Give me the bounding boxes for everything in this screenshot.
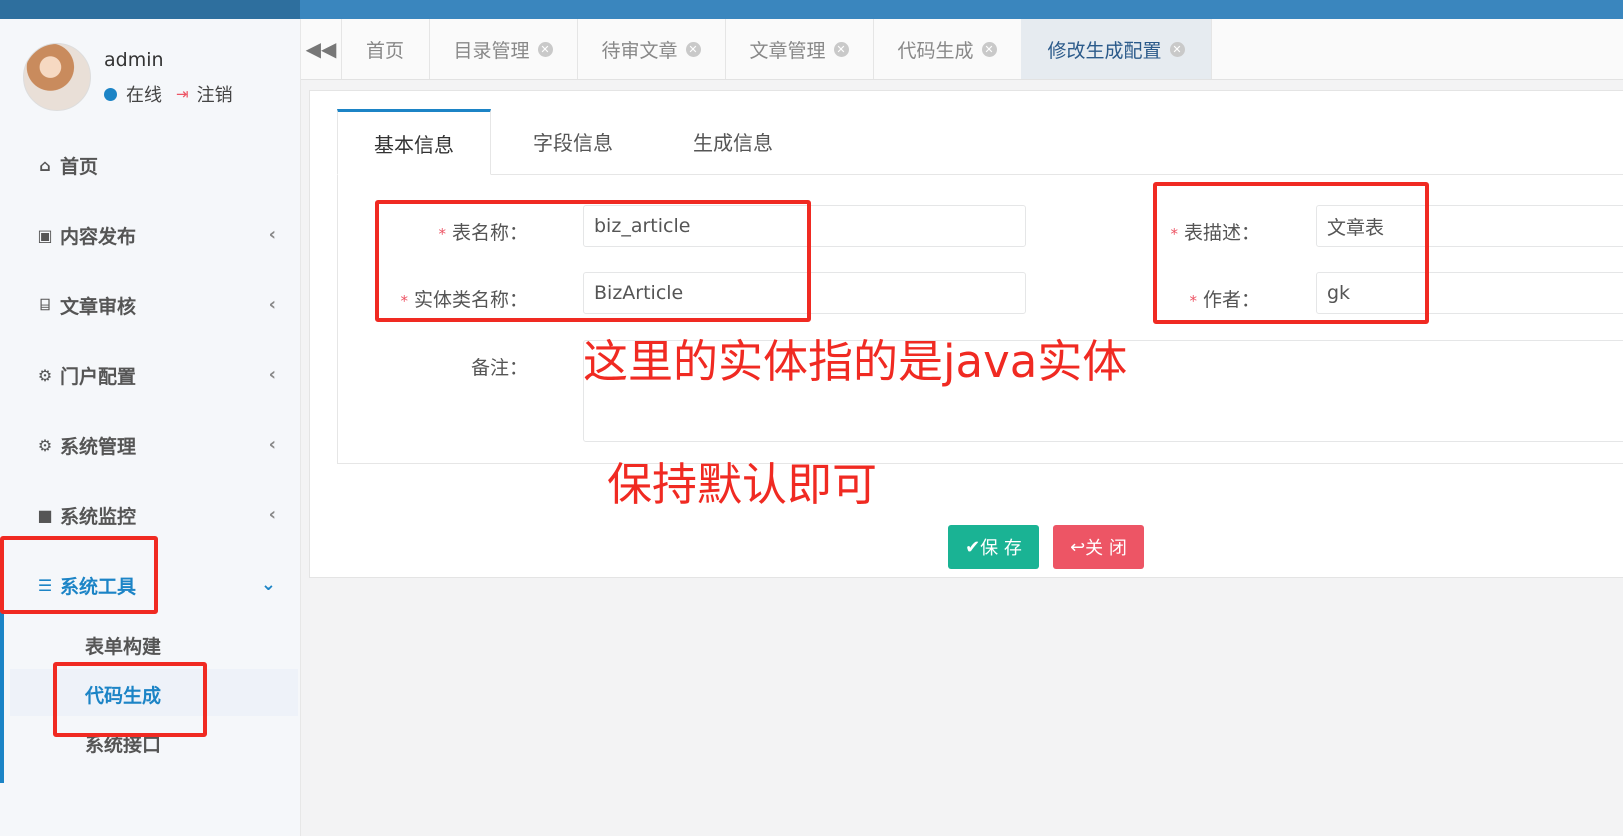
tab-edit-gen-config[interactable]: 修改生成配置 ✕ [1021, 19, 1212, 79]
top-header-left [0, 0, 300, 19]
save-button-label: 保 存 [980, 538, 1022, 559]
tab-label: 首页 [365, 39, 404, 62]
close-button-label: 关 闭 [1085, 538, 1127, 559]
logout-link[interactable]: 注销 [197, 81, 233, 107]
annotation-box-system-tools [0, 536, 158, 614]
annotation-box-desc-author [1153, 182, 1429, 324]
avatar[interactable] [23, 43, 91, 111]
sidebar-item-system-monitor[interactable]: ■ 系统监控 ‹ [36, 500, 276, 530]
sidebar-item-system-management[interactable]: ⚙ 系统管理 ‹ [36, 430, 276, 460]
tab-field-info[interactable]: 字段信息 [497, 109, 649, 173]
tab-label: 待审文章 [601, 39, 678, 62]
chevron-left-icon: ‹ [268, 224, 276, 245]
tab-label: 代码生成 [897, 39, 974, 62]
tab-label: 修改生成配置 [1047, 39, 1162, 62]
sidebar-item-label: 内容发布 [60, 225, 137, 248]
sidebar-item-content-publish[interactable]: ▣ 内容发布 ‹ [36, 220, 276, 250]
tabs-scroll-left-icon[interactable]: ◀◀ [301, 19, 342, 79]
remark-label: 备注： [470, 357, 528, 379]
sidebar-item-portal-config[interactable]: ⚙ 门户配置 ‹ [36, 360, 276, 390]
video-icon: ■ [37, 505, 53, 525]
config-tabs: 基本信息 字段信息 生成信息 [337, 109, 1623, 175]
sidebar-item-article-review[interactable]: ⌸ 文章审核 ‹ [36, 290, 276, 320]
tab-home[interactable]: 首页 [341, 19, 430, 79]
sidebar-subitem-form-builder[interactable]: 表单构建 [85, 632, 161, 659]
gear-icon: ⚙ [37, 435, 53, 455]
bank-icon: ⌸ [40, 295, 50, 314]
save-button[interactable]: ✔ 保 存 [948, 525, 1039, 569]
home-icon: ⌂ [39, 155, 51, 175]
chevron-left-icon: ‹ [268, 294, 276, 315]
tab-label: 文章管理 [749, 39, 826, 62]
chevron-left-icon: ‹ [268, 364, 276, 385]
tab-article-management[interactable]: 文章管理 ✕ [725, 19, 874, 79]
gear-icon: ⚙ [37, 365, 53, 385]
close-icon[interactable]: ✕ [981, 41, 997, 57]
online-label: 在线 [126, 85, 162, 106]
annotation-box-code-gen [53, 662, 207, 737]
online-dot-icon [104, 87, 117, 101]
close-icon[interactable]: ✕ [1169, 41, 1185, 57]
check-icon: ✔ [965, 536, 981, 558]
annotation-text-entity: 这里的实体指的是java实体 [583, 335, 1128, 388]
reply-icon: ↩ [1070, 536, 1086, 558]
tab-code-gen[interactable]: 代码生成 ✕ [873, 19, 1022, 79]
close-button[interactable]: ↩ 关 闭 [1053, 525, 1144, 569]
sidebar-item-label: 首页 [60, 155, 99, 178]
close-icon[interactable]: ✕ [537, 41, 553, 57]
close-icon[interactable]: ✕ [685, 41, 701, 57]
tab-label: 目录管理 [453, 39, 530, 62]
tab-basic-info[interactable]: 基本信息 [337, 109, 491, 175]
sidebar-item-label: 文章审核 [60, 295, 137, 318]
briefcase-icon: ▣ [37, 225, 53, 245]
logout-icon[interactable]: ⇥ [176, 85, 189, 103]
chevron-down-icon: ⌄ [260, 574, 276, 595]
username: admin [104, 49, 164, 71]
user-status: 在线 ⇥ 注销 [104, 81, 233, 107]
sidebar-item-home[interactable]: ⌂ 首页 [36, 150, 276, 180]
chevron-left-icon: ‹ [268, 434, 276, 455]
page-tabs-bar: ◀◀ 首页 目录管理 ✕ 待审文章 ✕ 文章管理 ✕ 代码生成 ✕ 修改生成配置 ✕ [301, 19, 1623, 80]
annotation-text-default: 保持默认即可 [607, 458, 878, 511]
tab-catalog[interactable]: 目录管理 ✕ [429, 19, 578, 79]
sidebar-item-label: 系统监控 [60, 505, 137, 528]
top-header-bar [0, 0, 1623, 19]
tab-generate-info[interactable]: 生成信息 [657, 109, 809, 173]
chevron-left-icon: ‹ [268, 504, 276, 525]
sidebar-item-label: 系统管理 [60, 435, 137, 458]
tab-pending-articles[interactable]: 待审文章 ✕ [577, 19, 726, 79]
sidebar-item-label: 门户配置 [60, 365, 137, 388]
close-icon[interactable]: ✕ [833, 41, 849, 57]
annotation-box-names [375, 200, 811, 322]
